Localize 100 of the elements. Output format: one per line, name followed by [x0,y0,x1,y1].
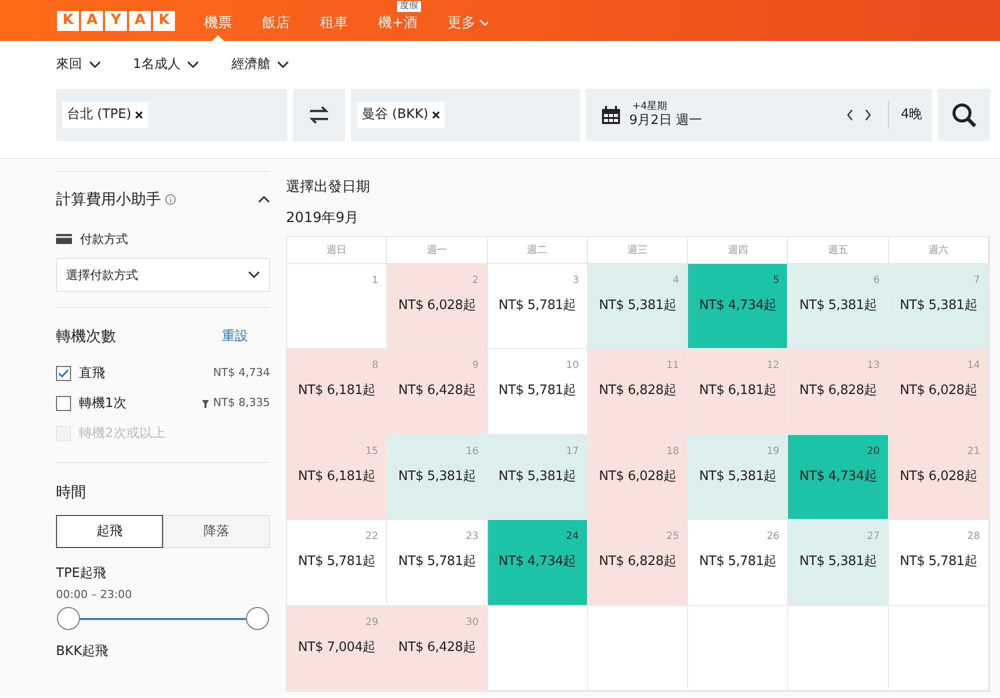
time-tab[interactable]: 起飛 [56,515,163,548]
price-text: NT$ 6,181起 [298,382,376,400]
day-number: 12 [766,359,780,374]
price-text: NT$ 6,181起 [298,468,376,486]
checkbox[interactable] [56,396,71,411]
price-text: NT$ 4,734起 [699,297,776,315]
day-number: 11 [666,359,680,374]
option-dropdown[interactable]: 1名成人 [133,55,200,75]
close-icon[interactable] [135,111,144,119]
payment-select[interactable]: 選擇付款方式 [56,258,270,292]
price-text: NT$ 5,381起 [900,297,977,315]
calendar-day[interactable]: 18 NT$ 6,028起 [588,434,688,520]
calendar-day[interactable]: 14 NT$ 6,028起 [888,349,989,435]
slider-handle[interactable] [246,607,269,630]
day-number: 19 [766,444,780,459]
price-text: NT$ 6,181起 [699,382,776,400]
calendar-day[interactable]: 19 NT$ 5,381起 [688,434,788,520]
calendar-day[interactable]: 9 NT$ 6,428起 [387,349,488,435]
logo-letter: Y [105,10,127,30]
day-number: 15 [366,444,378,459]
calendar-day[interactable]: 29 NT$ 7,004起 [287,606,388,691]
date-text: 9月2日 週一 [629,113,702,130]
search-button[interactable] [938,89,990,141]
calendar-day[interactable]: 13 NT$ 6,828起 [788,349,889,435]
price-text: NT$ 5,781起 [498,382,576,400]
price-text: NT$ 6,428起 [398,382,476,400]
info-icon [165,194,176,204]
calendar-day[interactable]: 23 NT$ 5,781起 [387,520,488,606]
calendar-day[interactable]: 21 NT$ 6,028起 [888,434,989,520]
day-number: 22 [366,530,378,544]
calendar-day[interactable]: 24 NT$ 4,734起 [488,520,588,606]
calendar-day[interactable]: 8 NT$ 6,181起 [287,349,388,435]
chevron-left-icon [846,109,854,121]
price-text: NT$ 6,028起 [900,382,977,400]
price-text: NT$ 6,028起 [598,468,676,486]
date-field[interactable]: +4星期 9月2日 週一 4晚 [586,89,932,141]
calendar-day[interactable]: 27 NT$ 5,381起 [788,520,889,606]
day-number: 25 [666,530,680,544]
calendar-day[interactable]: 10 NT$ 5,781起 [488,349,588,435]
option-dropdown[interactable]: 經濟艙 [231,55,290,75]
credit-card-icon [56,234,72,244]
price-text: NT$ 5,381起 [699,468,776,486]
calendar-day[interactable]: 4 NT$ 5,381起 [588,264,688,350]
day-number: 9 [472,359,479,374]
swap-button[interactable] [293,89,346,141]
price-text: NT$ 6,828起 [598,382,676,400]
calendar-icon [601,105,622,125]
section-title: 計算費用小助手 [56,188,161,210]
day-number: 10 [566,359,579,374]
day-number: 23 [466,530,479,544]
calendar-day[interactable]: 26 NT$ 5,781起 [688,520,788,606]
checkbox-label: 轉機2次或以上 [79,424,166,443]
day-number: 3 [572,274,579,288]
calendar-day[interactable]: 20 NT$ 4,734起 [788,434,889,520]
calendar-day[interactable]: 25 NT$ 6,828起 [588,520,688,606]
calendar-day[interactable]: 11 NT$ 6,828起 [588,349,688,435]
calendar-day[interactable]: 15 NT$ 6,181起 [287,434,388,520]
calendar-day[interactable]: 22 NT$ 5,781起 [287,520,388,606]
day-number: 2 [472,274,479,288]
day-number: 29 [366,616,378,630]
chevron-down-icon [248,271,260,279]
day-number: 8 [372,359,378,374]
chevron-down-icon [187,61,200,69]
price-text: NT$ 5,781起 [498,297,576,315]
calendar-day[interactable]: 16 NT$ 5,381起 [387,434,488,520]
calendar-day[interactable]: 17 NT$ 5,381起 [488,434,588,520]
range-label: TPE起飛 [56,565,107,583]
calendar-day[interactable]: 28 NT$ 5,781起 [888,520,989,606]
logo-letter: K [153,10,175,30]
price-text: NT$ 6,428起 [398,638,476,657]
time-tab[interactable]: 降落 [163,515,270,548]
chevron-up-icon[interactable] [258,195,270,203]
section-title: 時間 [56,482,87,502]
day-number: 13 [866,359,880,374]
day-number: 21 [967,444,980,459]
slider-handle[interactable] [57,607,80,630]
checkbox[interactable] [56,366,71,381]
price-text: NT$ 5,381起 [799,297,877,315]
time-slider[interactable] [56,606,270,632]
day-number: 16 [466,444,479,459]
calendar-day[interactable]: 12 NT$ 6,181起 [688,349,788,435]
calendar-day[interactable]: 2 NT$ 6,028起 [387,264,488,350]
calendar-day[interactable]: 3 NT$ 5,781起 [488,264,588,350]
reset-link[interactable]: 重設 [222,326,248,346]
close-icon[interactable] [432,111,440,119]
price-text: NT$ 6,028起 [900,468,977,486]
destination-field[interactable]: 曼谷 (BKK) [351,89,580,141]
day-number: 20 [866,444,880,459]
calendar-day[interactable]: 7 NT$ 5,381起 [888,264,989,350]
calendar-heading: 選擇出發日期 [286,178,371,197]
option-dropdown[interactable]: 來回 [56,55,101,75]
day-number: 7 [974,274,980,288]
calendar-day[interactable]: 5 NT$ 4,734起 [688,264,788,350]
origin-field[interactable]: 台北 (TPE) [56,89,288,141]
checkbox-label: 直飛 [79,364,106,383]
section-title: 轉機次數 [56,326,116,347]
price-text: NT$ 6,828起 [598,553,676,572]
calendar-day[interactable]: 6 NT$ 5,381起 [788,264,889,350]
calendar-day[interactable]: 30 NT$ 6,428起 [387,606,488,691]
day-number: 1 [372,274,378,288]
